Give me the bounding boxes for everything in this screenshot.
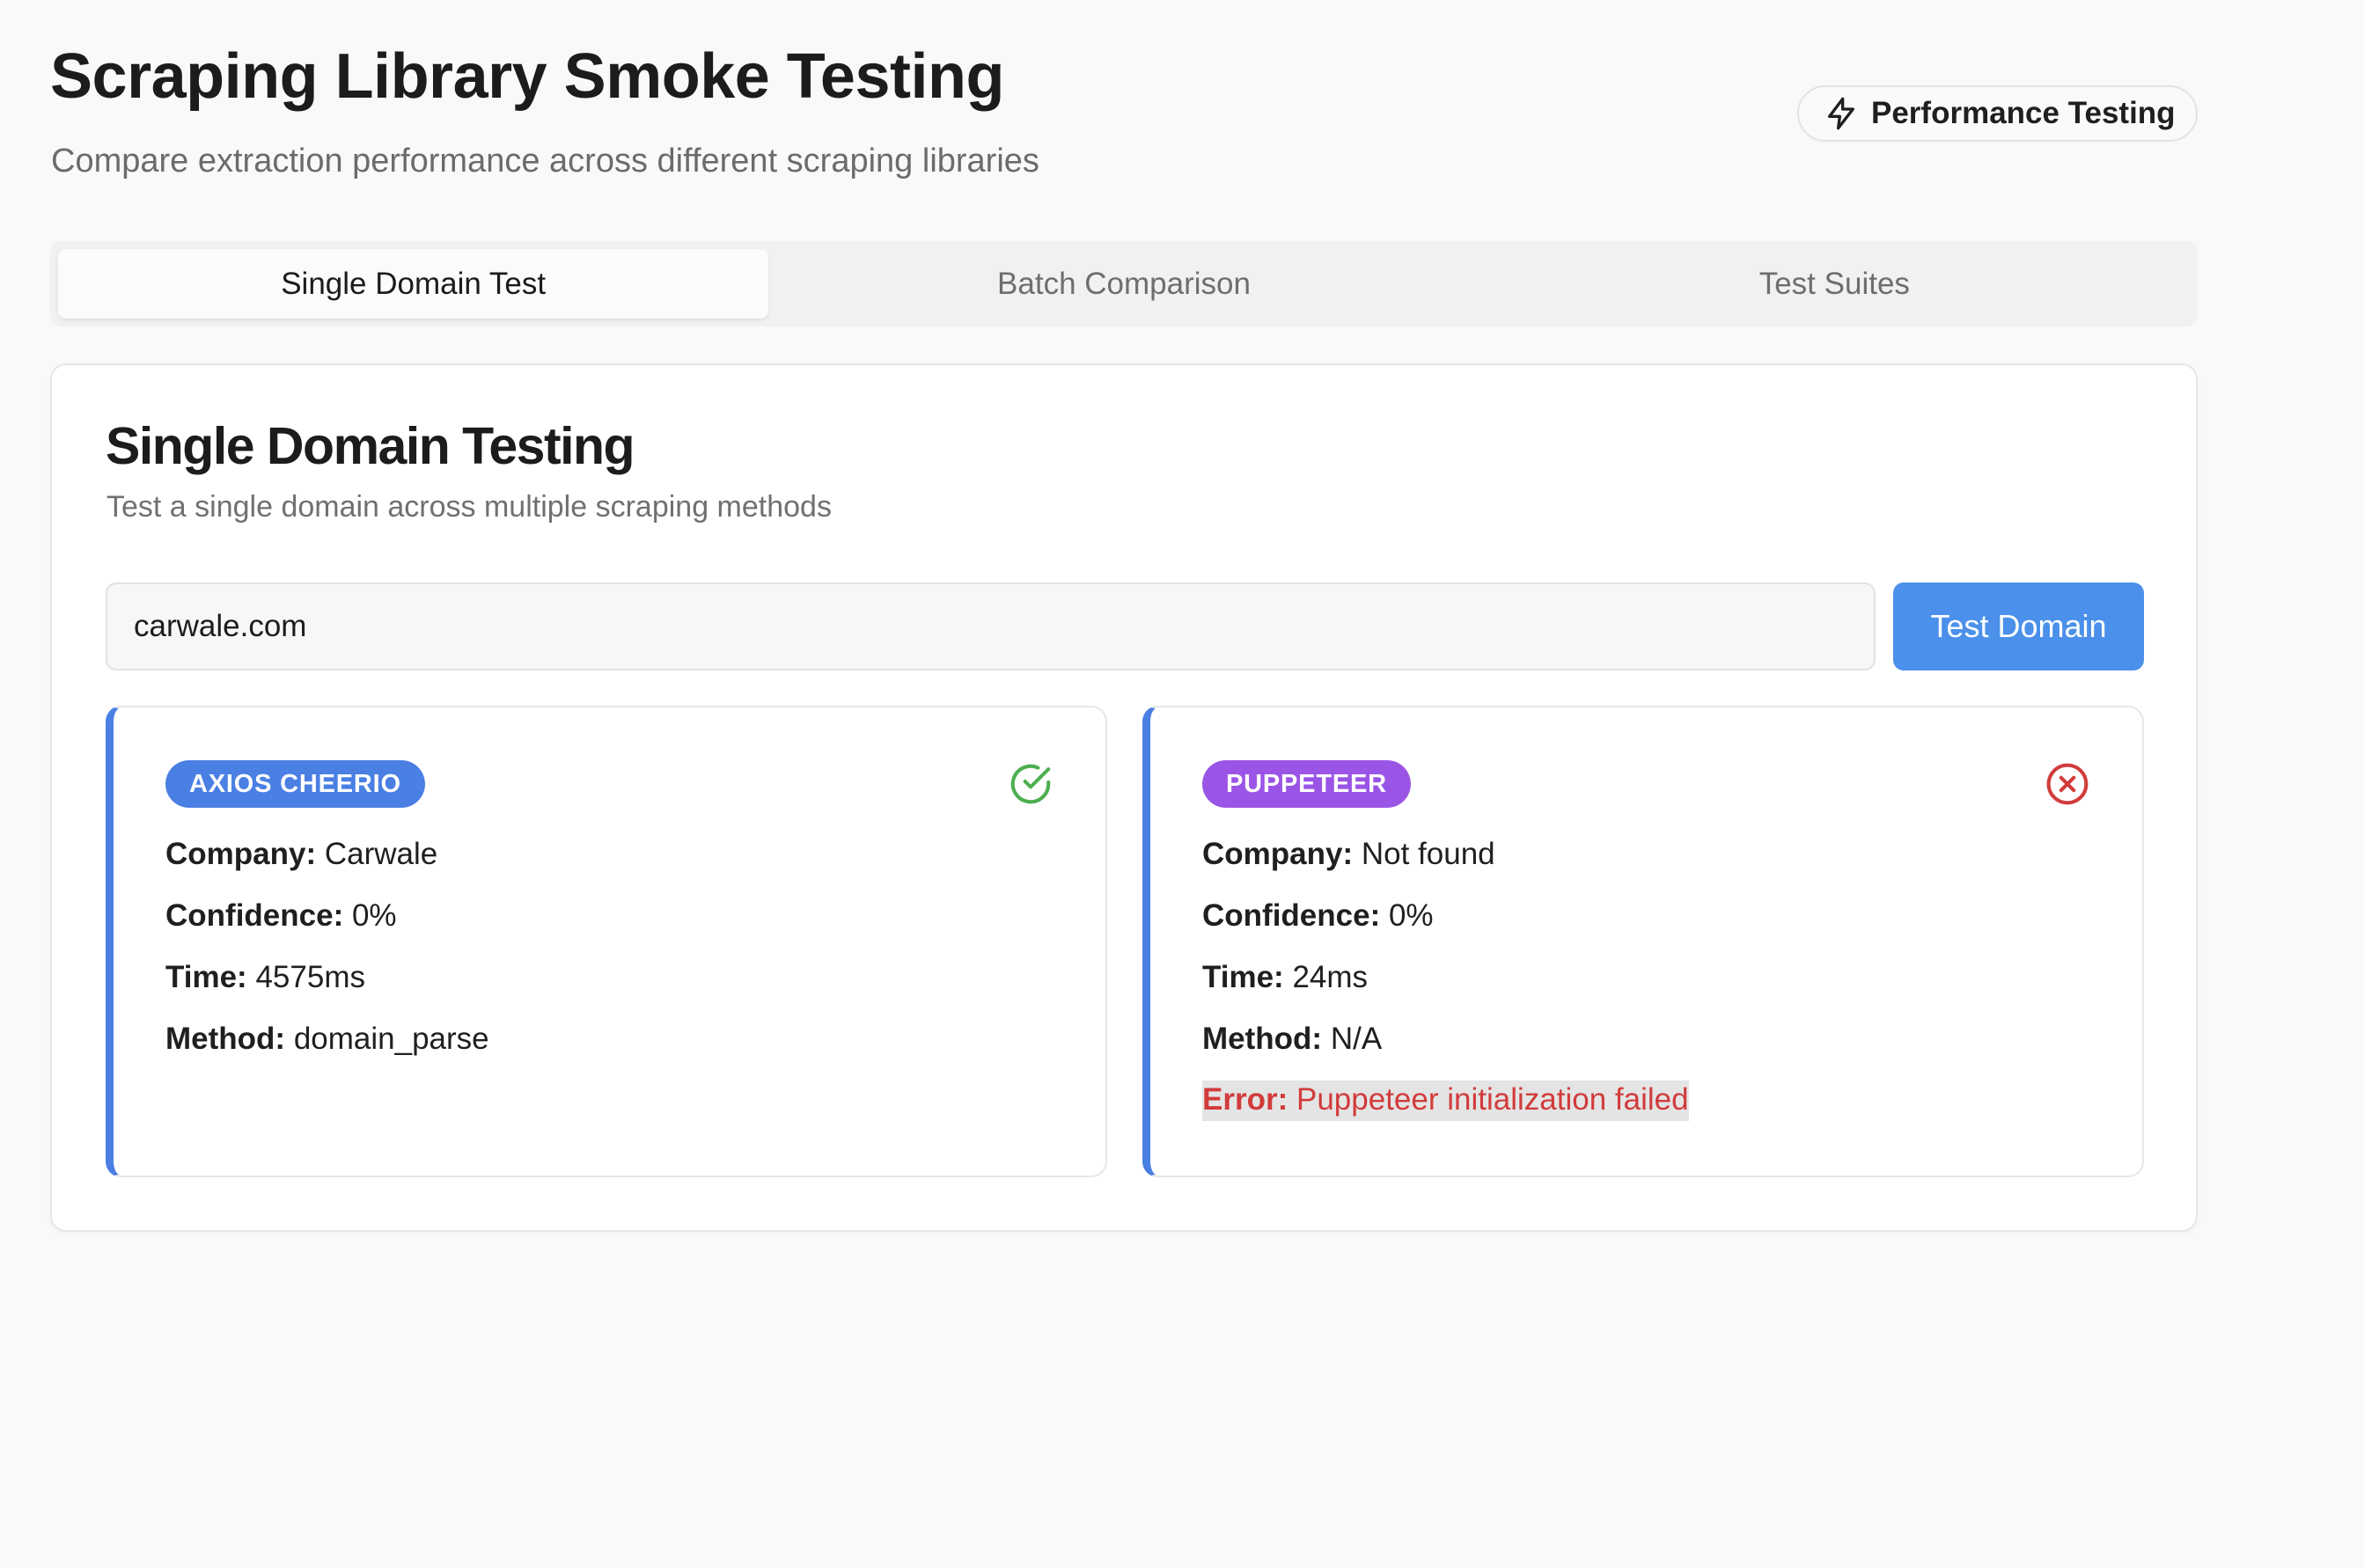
panel-subtitle: Test a single domain across multiple scr… <box>106 490 832 524</box>
tab-batch-comparison[interactable]: Batch Comparison <box>768 249 1479 319</box>
panel-title: Single Domain Testing <box>106 417 635 475</box>
tab-single-domain-test[interactable]: Single Domain Test <box>58 249 769 319</box>
company-label: Company: <box>1202 837 1354 871</box>
method-row: Method: N/A <box>1202 1022 1382 1057</box>
tab-bar: Single Domain Test Batch Comparison Test… <box>50 241 2198 326</box>
error-label: Error: <box>1202 1082 1288 1117</box>
performance-testing-badge: Performance Testing <box>1797 85 2198 142</box>
company-value: Not found <box>1361 837 1495 871</box>
page: Scraping Library Smoke Testing Compare e… <box>0 0 2364 1568</box>
library-badge: AXIOS CHEERIO <box>165 760 425 808</box>
confidence-value: 0% <box>1388 898 1434 933</box>
method-row: Method: domain_parse <box>165 1022 489 1057</box>
time-label: Time: <box>165 960 247 994</box>
confidence-row: Confidence: 0% <box>165 898 397 934</box>
lightning-icon <box>1828 97 1854 130</box>
result-card-puppeteer: PUPPETEER Company: Not found Confidence:… <box>1142 706 2144 1177</box>
company-value: Carwale <box>324 837 438 871</box>
page-title: Scraping Library Smoke Testing <box>50 41 1004 112</box>
time-label: Time: <box>1202 960 1284 994</box>
method-value: N/A <box>1330 1022 1383 1056</box>
domain-input[interactable] <box>106 583 1876 670</box>
confidence-value: 0% <box>351 898 397 933</box>
error-value: Puppeteer initialization failed <box>1296 1082 1689 1117</box>
test-domain-button[interactable]: Test Domain <box>1893 583 2144 670</box>
method-label: Method: <box>165 1022 286 1056</box>
confidence-row: Confidence: 0% <box>1202 898 1434 934</box>
library-badge: PUPPETEER <box>1202 760 1411 808</box>
company-label: Company: <box>165 837 317 871</box>
company-row: Company: Not found <box>1202 837 1495 872</box>
time-value: 24ms <box>1292 960 1369 994</box>
result-card-axios-cheerio: AXIOS CHEERIO Company: Carwale Confidenc… <box>106 706 1107 1177</box>
method-value: domain_parse <box>293 1022 489 1056</box>
performance-testing-label: Performance Testing <box>1871 96 2176 130</box>
time-row: Time: 4575ms <box>165 960 365 995</box>
confidence-label: Confidence: <box>1202 898 1381 933</box>
check-circle-icon <box>1010 764 1051 804</box>
confidence-label: Confidence: <box>165 898 344 933</box>
tab-test-suites[interactable]: Test Suites <box>1479 249 2190 319</box>
x-circle-icon <box>2046 763 2089 805</box>
page-subtitle: Compare extraction performance across di… <box>51 143 1039 180</box>
company-row: Company: Carwale <box>165 837 437 872</box>
method-label: Method: <box>1202 1022 1323 1056</box>
error-message: Error: Puppeteer initialization failed <box>1202 1081 1689 1121</box>
time-value: 4575ms <box>255 960 365 994</box>
time-row: Time: 24ms <box>1202 960 1368 995</box>
single-domain-testing-panel: Single Domain Testing Test a single doma… <box>50 363 2198 1232</box>
